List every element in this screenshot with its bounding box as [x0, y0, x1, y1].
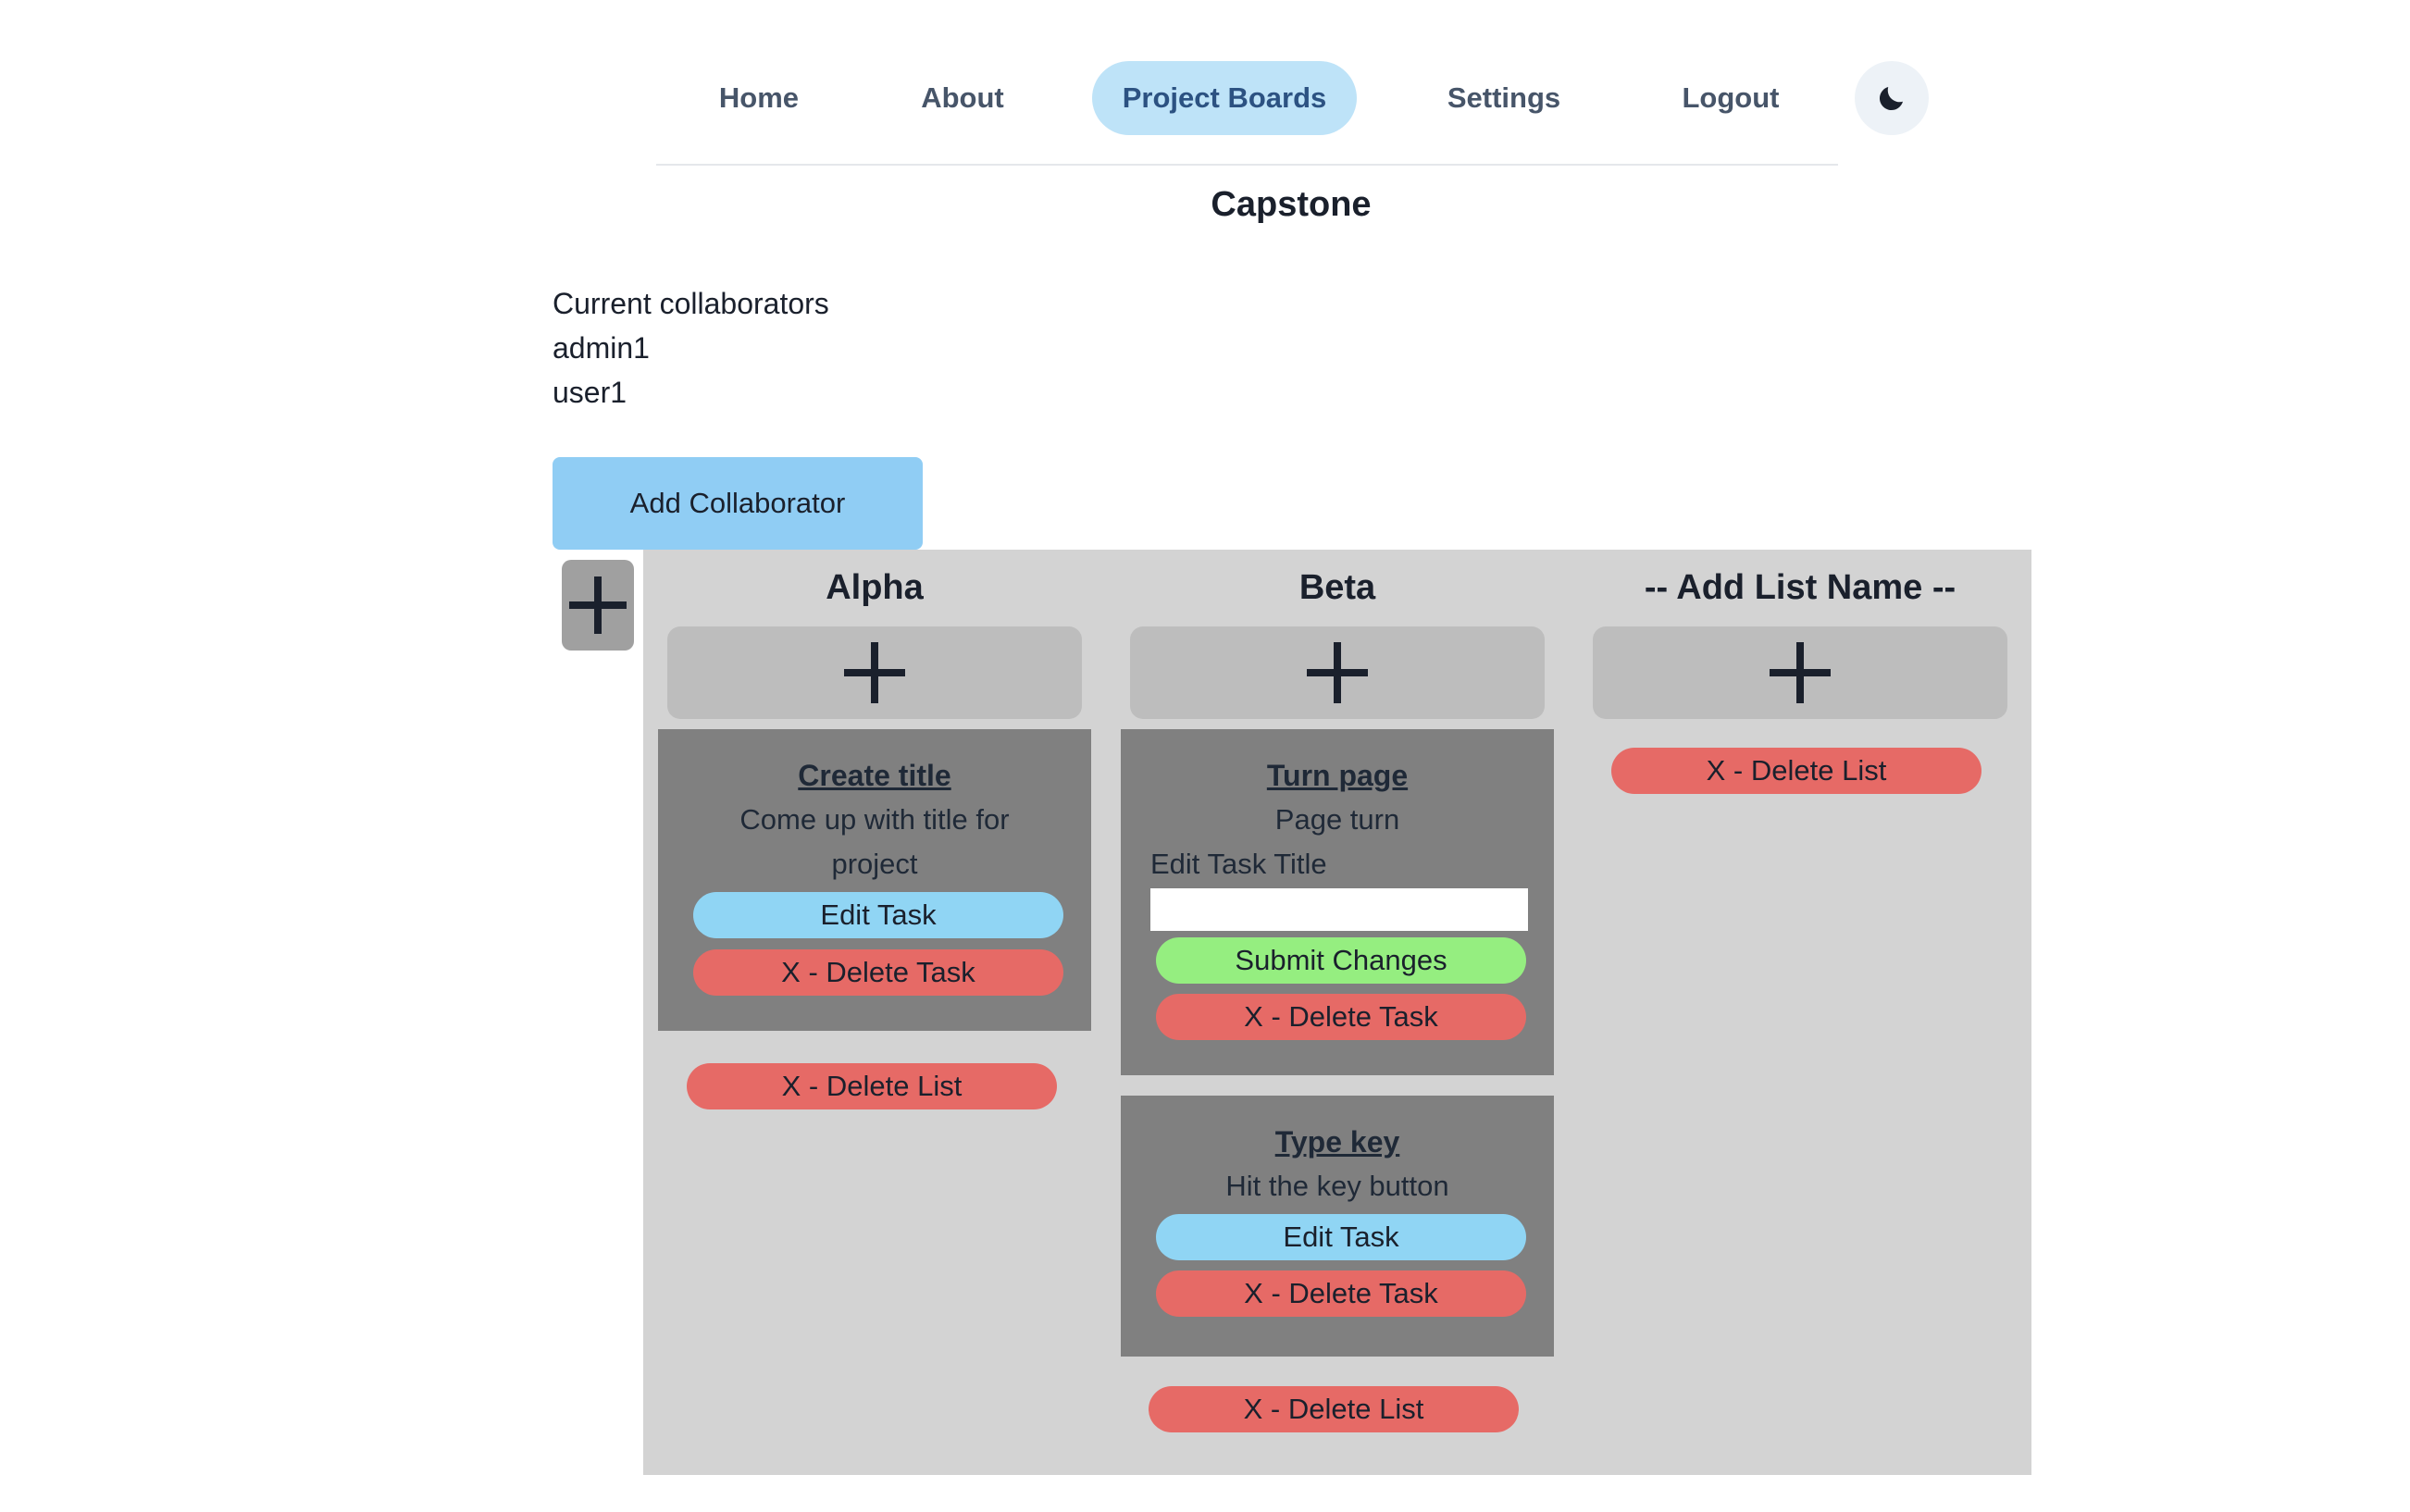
collaborators-section: Current collaborators admin1 user1 — [553, 281, 829, 415]
plus-icon — [844, 642, 905, 703]
theme-toggle-button[interactable] — [1855, 61, 1929, 135]
add-task-button[interactable] — [1130, 626, 1545, 719]
plus-icon — [569, 576, 627, 634]
collaborator-name: admin1 — [553, 331, 650, 365]
delete-task-button[interactable]: X - Delete Task — [693, 949, 1063, 996]
nav-about[interactable]: About — [888, 61, 1037, 135]
task-title: Turn page — [1266, 759, 1409, 792]
task-title: Type key — [1274, 1125, 1400, 1159]
task-title: Create title — [798, 759, 951, 792]
edit-task-title-label: Edit Task Title — [1150, 848, 1327, 880]
add-collaborator-button[interactable]: Add Collaborator — [553, 457, 923, 550]
plus-icon — [1307, 642, 1368, 703]
list-title: Alpha — [826, 568, 924, 607]
delete-task-button[interactable]: X - Delete Task — [1156, 1270, 1526, 1317]
delete-list-button[interactable]: X - Delete List — [1149, 1386, 1519, 1432]
task-description: Page turn — [1274, 803, 1400, 836]
nav-project-boards[interactable]: Project Boards — [1092, 61, 1357, 135]
add-task-button[interactable] — [667, 626, 1082, 719]
task-card-editing: Turn page Page turn Edit Task Title Subm… — [1121, 729, 1554, 1075]
task-card: Create title Come up with title for proj… — [658, 729, 1091, 1031]
task-description: Hit the key button — [1225, 1170, 1449, 1202]
task-description: Come up with title for project — [739, 803, 1010, 880]
moon-icon — [1879, 87, 1903, 111]
task-card: Type key Hit the key button Edit Task X … — [1121, 1096, 1554, 1357]
add-list-button[interactable] — [562, 560, 634, 651]
plus-icon — [1770, 642, 1831, 703]
nav-settings[interactable]: Settings — [1416, 61, 1592, 135]
add-task-button[interactable] — [1593, 626, 2007, 719]
edit-task-title-input[interactable] — [1150, 888, 1528, 931]
collaborators-heading: Current collaborators — [553, 287, 829, 320]
nav-home[interactable]: Home — [685, 61, 833, 135]
edit-task-button[interactable]: Edit Task — [1156, 1214, 1526, 1260]
list-title: Beta — [1298, 568, 1376, 607]
edit-task-button[interactable]: Edit Task — [693, 892, 1063, 938]
board-title: Capstone — [1211, 185, 1372, 224]
board-lists-container: Alpha Create title Come up with title fo… — [643, 550, 2031, 1475]
nav-logout[interactable]: Logout — [1647, 61, 1814, 135]
collaborator-name: user1 — [553, 376, 627, 409]
nav-divider — [656, 164, 1838, 166]
delete-list-button[interactable]: X - Delete List — [1611, 748, 1981, 794]
delete-task-button[interactable]: X - Delete Task — [1156, 994, 1526, 1040]
submit-changes-button[interactable]: Submit Changes — [1156, 937, 1526, 984]
list-title: -- Add List Name -- — [1644, 568, 1957, 607]
main-nav: Home About Project Boards Settings Logou… — [0, 61, 2410, 135]
delete-list-button[interactable]: X - Delete List — [687, 1063, 1057, 1109]
